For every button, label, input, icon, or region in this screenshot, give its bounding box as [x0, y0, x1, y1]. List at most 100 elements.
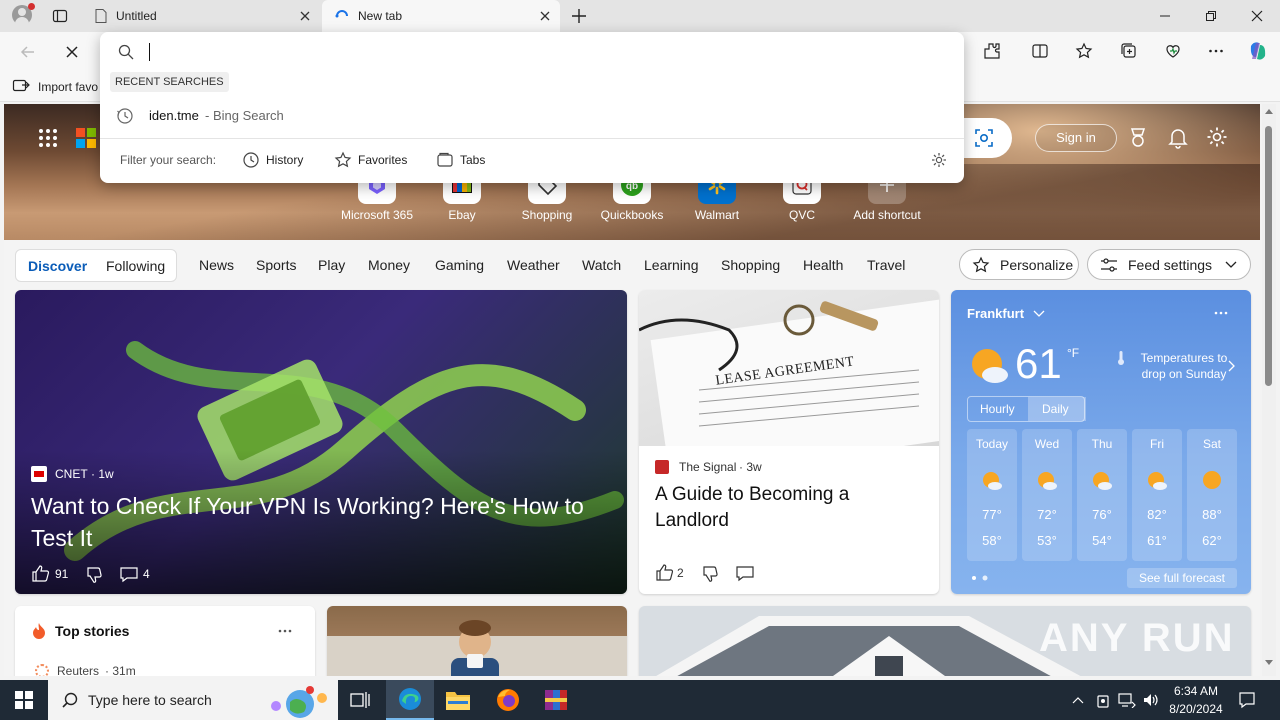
taskbar-clock[interactable]: 6:34 AM 8/20/2024 [1166, 682, 1226, 718]
notification-center-icon[interactable] [1238, 691, 1256, 709]
nav-play[interactable]: Play [318, 257, 345, 273]
weather-more-icon[interactable] [1213, 310, 1229, 316]
filter-favorites-button[interactable]: Favorites [334, 148, 424, 172]
forecast-day[interactable]: Today 77° 58° [967, 429, 1017, 561]
recent-searches-heading: RECENT SEARCHES [110, 72, 229, 92]
weather-card[interactable]: Frankfurt 61 °F Temperatures to drop on … [951, 290, 1251, 594]
temperature-unit[interactable]: °F [1067, 346, 1079, 360]
the-signal-logo-icon [655, 460, 669, 474]
nav-news[interactable]: News [199, 257, 234, 273]
scrollbar-thumb[interactable] [1265, 126, 1272, 386]
nav-sports[interactable]: Sports [256, 257, 296, 273]
scroll-down-arrow-icon[interactable] [1265, 660, 1273, 666]
sign-in-button[interactable]: Sign in [1035, 124, 1117, 152]
start-button[interactable] [0, 680, 48, 720]
daily-forecast: Today 77° 58° Wed 72° 53° Thu 76° 54° Fr… [967, 429, 1237, 561]
tab-new-tab[interactable]: New tab [322, 0, 560, 32]
carousel-dots[interactable] [971, 574, 991, 582]
comment-icon[interactable] [119, 565, 139, 583]
task-view-button[interactable] [336, 680, 384, 720]
tab-discover[interactable]: Discover [28, 258, 87, 274]
article-card-image[interactable] [327, 606, 627, 676]
article-card-landlord[interactable]: LEASE AGREEMENT The Signal · 3w A Guide … [639, 290, 939, 594]
new-tab-plus-icon[interactable] [570, 7, 588, 25]
see-full-forecast-link[interactable]: See full forecast [1127, 568, 1237, 588]
stop-loading-icon[interactable] [58, 38, 86, 66]
nav-travel[interactable]: Travel [867, 257, 905, 273]
network-icon[interactable] [1118, 692, 1136, 708]
security-icon[interactable] [1096, 692, 1110, 708]
tab-daily[interactable]: Daily [1028, 397, 1086, 421]
app-launcher-icon[interactable] [38, 128, 58, 148]
extensions-icon[interactable] [978, 37, 1006, 65]
import-favorites-icon[interactable] [12, 78, 30, 94]
browser-essentials-icon[interactable] [1159, 37, 1187, 65]
close-tab-icon[interactable] [538, 9, 552, 23]
more-menu-icon[interactable] [1202, 37, 1230, 65]
search-icon [118, 44, 134, 60]
comment-icon[interactable] [735, 564, 755, 582]
weather-alert[interactable]: Temperatures to drop on Sunday [1129, 350, 1239, 382]
article-card-house[interactable]: ANY RUN [639, 606, 1251, 676]
taskbar-search-box[interactable]: Type here to search [48, 680, 338, 720]
forecast-day[interactable]: Fri 82° 61° [1132, 429, 1182, 561]
close-window-button[interactable] [1234, 0, 1280, 32]
nav-weather[interactable]: Weather [507, 257, 560, 273]
article-title[interactable]: Want to Check If Your VPN Is Working? He… [31, 490, 611, 554]
recent-search-item[interactable]: iden.tme - Bing Search [100, 98, 964, 132]
rewards-icon[interactable] [1128, 127, 1148, 149]
profile-avatar[interactable] [12, 3, 35, 25]
nav-gaming[interactable]: Gaming [435, 257, 484, 273]
taskbar-file-explorer[interactable] [434, 680, 482, 720]
copilot-icon[interactable] [1244, 37, 1272, 65]
taskbar-winrar[interactable] [532, 680, 580, 720]
vertical-scrollbar[interactable] [1262, 104, 1276, 676]
feed-settings-button[interactable]: Feed settings [1087, 249, 1251, 280]
taskbar-edge[interactable] [386, 680, 434, 720]
weather-city[interactable]: Frankfurt [967, 306, 1024, 321]
scroll-up-arrow-icon[interactable] [1265, 108, 1273, 114]
tab-untitled[interactable]: Untitled [84, 0, 320, 32]
nav-money[interactable]: Money [368, 257, 410, 273]
tab-following[interactable]: Following [106, 258, 165, 274]
import-favorites-link[interactable]: Import favo [38, 80, 98, 94]
like-icon[interactable] [655, 563, 675, 581]
search-settings-gear-icon[interactable] [931, 152, 947, 168]
forecast-day[interactable]: Sat 88° 62° [1187, 429, 1237, 561]
taskbar-firefox[interactable] [484, 680, 532, 720]
forecast-day[interactable]: Wed 72° 53° [1022, 429, 1072, 561]
address-input[interactable] [146, 40, 936, 64]
restore-button[interactable] [1188, 0, 1234, 32]
minimize-button[interactable] [1142, 0, 1188, 32]
sunny-icon [1203, 471, 1221, 489]
favorites-star-icon[interactable] [1070, 37, 1098, 65]
nav-health[interactable]: Health [803, 257, 843, 273]
notifications-bell-icon[interactable] [1168, 127, 1188, 149]
like-icon[interactable] [31, 564, 51, 582]
history-icon [243, 152, 259, 168]
nav-learning[interactable]: Learning [644, 257, 699, 273]
nav-watch[interactable]: Watch [582, 257, 621, 273]
personalize-button[interactable]: Personalize [959, 249, 1079, 280]
article-card-vpn[interactable]: CNET · 1w Want to Check If Your VPN Is W… [15, 290, 627, 594]
split-screen-icon[interactable] [1026, 37, 1054, 65]
close-tab-icon[interactable] [298, 9, 312, 23]
volume-icon[interactable] [1142, 692, 1160, 708]
visual-search-icon[interactable] [974, 128, 994, 148]
back-icon[interactable] [14, 38, 42, 66]
filter-history-button[interactable]: History [242, 148, 322, 172]
chevron-right-icon[interactable] [1227, 360, 1235, 372]
more-options-icon[interactable] [277, 628, 293, 634]
show-hidden-icons-chevron[interactable] [1072, 695, 1084, 705]
forecast-day[interactable]: Thu 76° 54° [1077, 429, 1127, 561]
article-title[interactable]: A Guide to Becoming a Landlord [655, 482, 923, 534]
tab-hourly[interactable]: Hourly [980, 402, 1015, 416]
chevron-down-icon[interactable] [1033, 310, 1045, 318]
dislike-icon[interactable] [85, 565, 103, 583]
tab-actions-icon[interactable] [52, 8, 68, 24]
nav-shopping[interactable]: Shopping [721, 257, 780, 273]
dislike-icon[interactable] [701, 564, 719, 582]
collections-icon[interactable] [1115, 37, 1143, 65]
filter-tabs-button[interactable]: Tabs [436, 148, 506, 172]
page-settings-gear-icon[interactable] [1206, 126, 1228, 148]
